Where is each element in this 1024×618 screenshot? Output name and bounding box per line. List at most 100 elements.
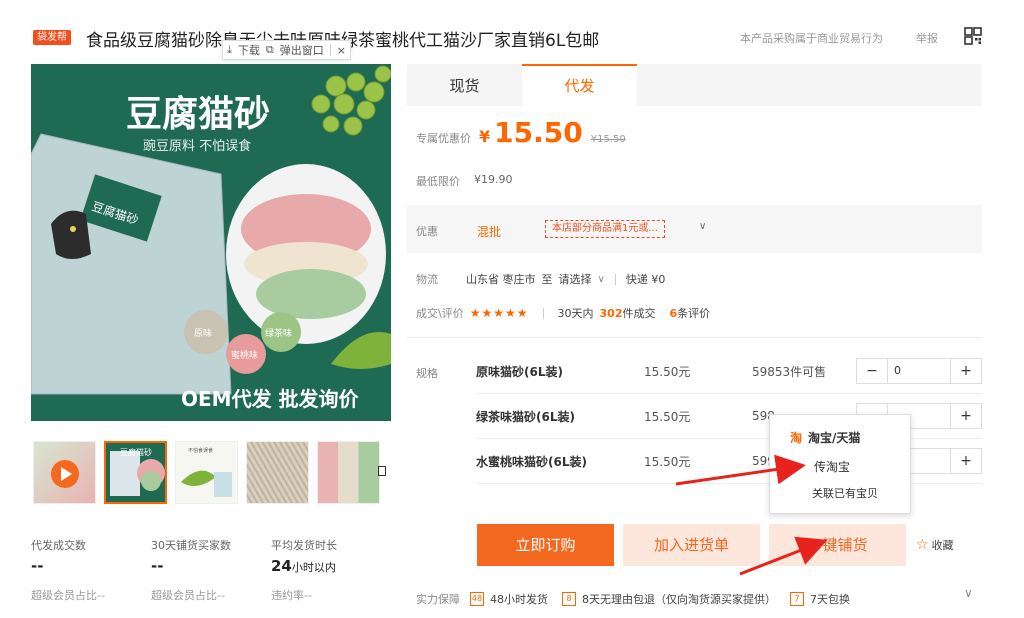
- mixed-batch-tag: 混批: [477, 225, 502, 239]
- image-subheadline: 豌豆原料 不怕误食: [143, 138, 251, 154]
- spec-stock: 59853件可售: [752, 364, 827, 379]
- shipping-row: 物流 山东省 枣庄市 至 请选择 ∨ 快递 ¥0: [416, 271, 665, 287]
- increment-button[interactable]: +: [951, 359, 981, 383]
- guarantee-label: 实力保障: [416, 593, 460, 606]
- promo-label: 优惠: [416, 225, 438, 238]
- increment-button[interactable]: +: [951, 404, 981, 428]
- spec-name: 绿茶味猫砂(6L装): [476, 409, 575, 424]
- express-fee: 快递 ¥0: [625, 273, 666, 286]
- min-price-row: 最低限价 ¥19.90: [416, 173, 513, 189]
- thumbnail-main[interactable]: 豆腐猫砂: [104, 441, 167, 504]
- spec-name: 原味猫砂(6L装): [476, 364, 563, 379]
- play-icon[interactable]: [34, 442, 96, 504]
- deals-count: 302件成交: [599, 307, 656, 320]
- buy-now-button[interactable]: 立即订购: [477, 524, 614, 566]
- quantity-stepper: − 0 +: [856, 358, 982, 384]
- spec-price: 15.50元: [644, 409, 691, 424]
- stat-label: 代发成交数: [31, 539, 86, 552]
- download-button[interactable]: 下载: [238, 42, 260, 58]
- guarantee-1: 48小时发货: [490, 593, 548, 606]
- one-click-distribute-button[interactable]: 一键铺货: [769, 524, 906, 566]
- thumbnail-main-text: 豆腐猫砂: [120, 447, 152, 457]
- add-to-cart-button[interactable]: 加入进货单: [623, 524, 760, 566]
- tab-in-stock[interactable]: 现货: [407, 64, 522, 106]
- trade-notice: 本产品采购属于商业贸易行为: [740, 32, 883, 45]
- increment-button[interactable]: +: [951, 449, 981, 473]
- flavor-original-tag: 原味: [194, 327, 212, 339]
- thumbnail-strip: 豆腐猫砂 不怕食误食: [33, 441, 380, 504]
- ship-to-select[interactable]: 请选择: [559, 271, 592, 287]
- ship-to-word: 至: [541, 273, 553, 286]
- purchase-mode-tabs: 现货 代发: [407, 64, 982, 106]
- flavor-peach-tag: 蜜桃味: [231, 349, 258, 361]
- price-row: 专属优惠价 ¥ 15.50 ¥15.50: [416, 116, 626, 149]
- quantity-input[interactable]: 0: [887, 359, 951, 383]
- stat-distribution-count: 代发成交数 -- 超级会员占比--: [31, 537, 151, 603]
- reviews-link[interactable]: 6条评价: [669, 305, 710, 321]
- stat-label: 平均发货时长: [271, 539, 337, 552]
- spec-price: 15.50元: [644, 454, 691, 469]
- thumbnail-3[interactable]: 不怕食误食: [175, 441, 238, 504]
- taobao-logo-icon: 淘: [790, 431, 803, 445]
- menu-item-upload-taobao[interactable]: 传淘宝: [814, 458, 850, 475]
- spec-row: 原味猫砂(6L装) 15.50元 59853件可售 − 0 +: [476, 349, 982, 394]
- price-value: 15.50: [494, 116, 583, 149]
- spec-name: 水蜜桃味猫砂(6L装): [476, 454, 587, 469]
- thumbnail-next-icon[interactable]: [378, 466, 386, 476]
- rating-stars: ★★★★★: [469, 306, 529, 320]
- spec-price: 15.50元: [644, 364, 691, 379]
- min-price-value: ¥19.90: [474, 173, 513, 186]
- stat-value: --: [31, 557, 44, 575]
- chevron-down-icon[interactable]: ∨: [699, 221, 706, 232]
- menu-item-link-existing[interactable]: 关联已有宝贝: [812, 485, 878, 501]
- image-bottom-banner: OEM代发 批发询价: [181, 387, 360, 411]
- thumbnail-video[interactable]: [33, 441, 96, 504]
- star-icon: ☆: [916, 537, 929, 553]
- thumbnail-5[interactable]: [317, 441, 380, 504]
- report-link[interactable]: 举报: [916, 30, 938, 46]
- decrement-button[interactable]: −: [857, 359, 887, 383]
- main-product-image[interactable]: 豆腐猫砂 原味 蜜桃味 绿茶味 豆腐猫砂 豌豆原料 不怕误食 OEM代发 批发询…: [31, 64, 391, 421]
- deals-divider: [542, 307, 544, 319]
- stat-sub: 超级会员占比--: [31, 589, 105, 602]
- popout-button[interactable]: 弹出窗口: [280, 42, 324, 58]
- stat-value: 24小时以内: [271, 557, 336, 575]
- deals-row: 成交\评价 ★★★★★ 30天内 302件成交 6条评价: [416, 305, 710, 321]
- shipping-label: 物流: [416, 273, 438, 286]
- image-float-toolbar: ⤓ 下载 ⧉ 弹出窗口 ×: [222, 40, 351, 60]
- min-price-label: 最低限价: [416, 175, 460, 188]
- deals-prefix: 30天内: [557, 307, 594, 320]
- popup-header: 淘 淘宝/天猫: [790, 429, 860, 446]
- stat-value: --: [151, 557, 164, 575]
- coupon-tag[interactable]: 本店部分商品满1元或...: [545, 220, 665, 238]
- ship-from: 山东省 枣庄市: [466, 273, 536, 286]
- brand-badge: 袋发帮: [33, 30, 71, 45]
- price-original: ¥15.50: [590, 134, 626, 145]
- tab-dropship[interactable]: 代发: [522, 64, 637, 106]
- popup-title: 淘宝/天猫: [808, 431, 861, 445]
- favorite-label: 收藏: [931, 539, 954, 552]
- return-icon: 8: [562, 592, 576, 606]
- stat-label: 30天铺货买家数: [151, 539, 231, 552]
- exchange-icon: 7: [790, 592, 804, 606]
- image-headline: 豆腐猫砂: [126, 94, 270, 135]
- download-icon[interactable]: ⤓: [227, 43, 232, 57]
- guarantee-row: 实力保障 48 48小时发货 8 8天无理由包退（仅向淘货源买家提供） 7 7天…: [416, 591, 850, 607]
- qrcode-icon[interactable]: [964, 27, 982, 45]
- thumbnail-3-text: 不怕食误食: [188, 447, 213, 454]
- chevron-down-icon[interactable]: ∨: [964, 586, 973, 600]
- distribute-popup-menu: 淘 淘宝/天猫 传淘宝 关联已有宝贝: [769, 414, 911, 514]
- stat-sub: 违约率--: [271, 589, 312, 602]
- toolbar-divider: [329, 44, 331, 56]
- favorite-button[interactable]: ☆ 收藏: [916, 537, 954, 553]
- thumbnail-4[interactable]: [246, 441, 309, 504]
- stat-buyers-30d: 30天铺货买家数 -- 超级会员占比--: [151, 537, 271, 603]
- seller-stats: 代发成交数 -- 超级会员占比-- 30天铺货买家数 -- 超级会员占比-- 平…: [31, 537, 391, 603]
- ship-divider: [614, 273, 616, 285]
- close-icon[interactable]: ×: [337, 44, 346, 57]
- popout-icon[interactable]: ⧉: [266, 43, 274, 57]
- flavor-greentea-tag: 绿茶味: [265, 327, 292, 339]
- deals-label: 成交\评价: [416, 307, 464, 320]
- fast-ship-icon: 48: [470, 592, 484, 606]
- chevron-down-icon[interactable]: ∨: [598, 274, 605, 285]
